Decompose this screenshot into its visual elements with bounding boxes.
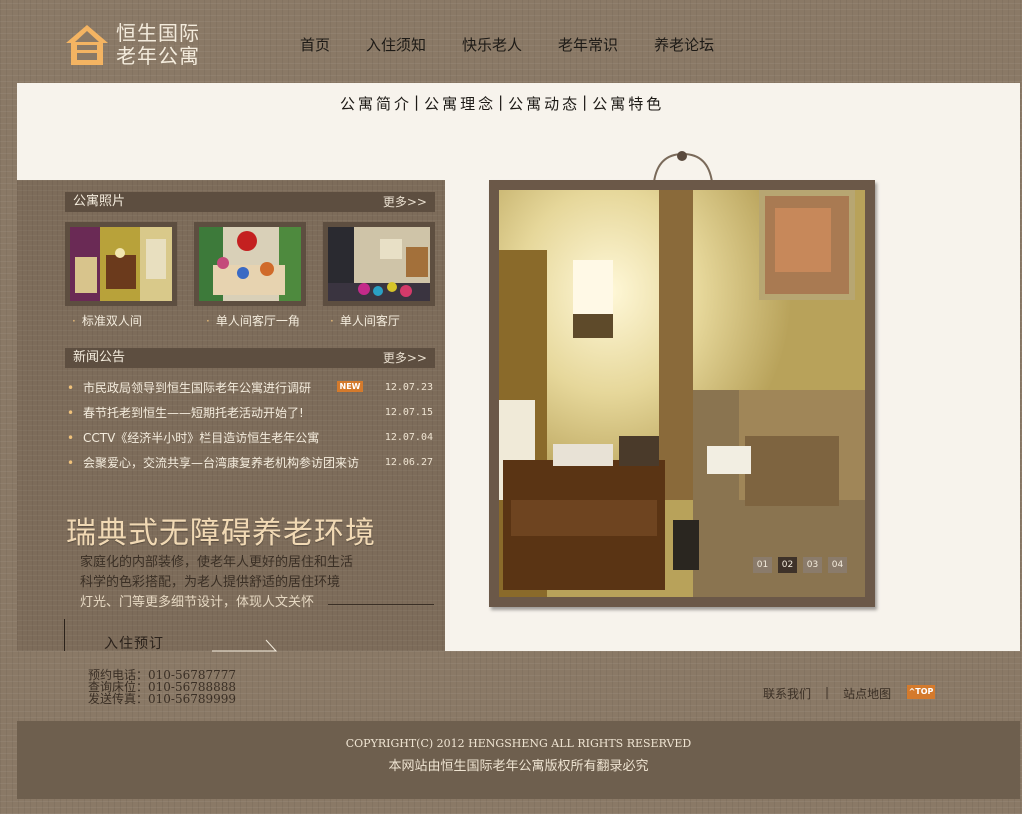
double-room-image	[70, 227, 172, 301]
news-title: 新闻公告	[73, 350, 126, 365]
new-badge: NEW	[337, 381, 363, 392]
news-more-link[interactable]: 更多>>	[383, 348, 427, 368]
slide-image: 01 02 03 04	[499, 190, 865, 597]
house-logo-icon	[66, 25, 108, 65]
page: 恒生国际 老年公寓 首页 入住须知 快乐老人 老年常识 养老论坛 公寓简介 | …	[0, 0, 1022, 814]
single-living-room-image	[328, 227, 430, 301]
logo[interactable]: 恒生国际 老年公寓	[64, 22, 214, 70]
caption-single-living-room[interactable]: 单人间客厅	[330, 312, 400, 329]
caption-single-living-corner[interactable]: 单人间客厅一角	[206, 312, 300, 329]
arrow-right-icon[interactable]	[212, 637, 278, 653]
nav-forum[interactable]: 养老论坛	[654, 34, 714, 55]
news-item-title[interactable]: 市民政局领导到恒生国际老年公寓进行调研	[83, 378, 311, 398]
room-photo	[499, 190, 865, 597]
copyright-text: COPYRIGHT(C) 2012 HENGSHENG ALL RIGHTS R…	[345, 737, 692, 750]
contact-info: 预约电话：010-56787777 查询床位：010-56788888 发送传真…	[88, 669, 236, 705]
header: 恒生国际 老年公寓 首页 入住须知 快乐老人 老年常识 养老论坛	[0, 0, 1022, 83]
slide-dot-1[interactable]: 01	[753, 557, 772, 573]
promo-line-3: 灯光、门等更多细节设计，体现人文关怀	[80, 595, 315, 610]
hanger-icon	[653, 151, 713, 183]
footer-separator: |	[825, 685, 830, 699]
photo-single-living-room[interactable]	[323, 222, 435, 306]
news-item-title[interactable]: CCTV《经济半小时》栏目造访恒生老年公寓	[83, 428, 319, 448]
subnav-separator: |	[414, 93, 423, 111]
promo-description: 家庭化的内部装修，使老年人更好的居住和生活 科学的色彩搭配，为老人提供舒适的居住…	[80, 553, 353, 613]
subnav-philosophy[interactable]: 公寓理念	[424, 93, 496, 114]
news-item-date: 12.07.04	[384, 432, 433, 443]
contact-us-link[interactable]: 联系我们	[763, 685, 811, 702]
promo-line-1: 家庭化的内部装修，使老年人更好的居住和生活	[80, 555, 354, 570]
logo-line1: 恒生国际	[116, 21, 200, 45]
news-list: • 市民政局领导到恒生国际老年公寓进行调研 NEW 12.07.23 • 春节托…	[65, 378, 435, 478]
news-item-title[interactable]: 会聚爱心，交流共享—台湾康复养老机构参访团来访	[83, 453, 359, 473]
booking-link[interactable]: 入住预订	[104, 633, 164, 653]
news-bullet: •	[67, 406, 75, 420]
slide-dot-4[interactable]: 04	[828, 557, 847, 573]
promo-divider	[328, 604, 434, 605]
caption-double-room[interactable]: 标准双人间	[72, 312, 142, 329]
news-item[interactable]: • CCTV《经济半小时》栏目造访恒生老年公寓 12.07.04	[65, 428, 435, 453]
slide-dot-2[interactable]: 02	[778, 557, 797, 573]
single-living-corner-image	[199, 227, 301, 301]
news-item[interactable]: • 市民政局领导到恒生国际老年公寓进行调研 NEW 12.07.23	[65, 378, 435, 403]
slide-pagination: 01 02 03 04	[747, 557, 847, 573]
news-header: 新闻公告 更多>>	[65, 348, 435, 368]
sitemap-link[interactable]: 站点地图	[843, 685, 891, 702]
subnav-news[interactable]: 公寓动态	[508, 93, 580, 114]
nav-home[interactable]: 首页	[300, 34, 330, 55]
nav-senior-knowledge[interactable]: 老年常识	[558, 34, 618, 55]
promo-title: 瑞典式无障碍养老环境	[66, 516, 376, 551]
sub-nav: 公寓简介 | 公寓理念 | 公寓动态 | 公寓特色	[340, 93, 664, 114]
news-bullet: •	[67, 381, 75, 395]
photos-header: 公寓照片 更多>>	[65, 192, 435, 212]
promo-line-2: 科学的色彩搭配，为老人提供舒适的居住环境	[80, 575, 341, 590]
logo-line2: 老年公寓	[116, 44, 200, 68]
copyright-cn-text: 本网站由恒生国际老年公寓版权所有翻录必究	[388, 759, 649, 774]
booking-divider	[64, 619, 65, 651]
news-bullet: •	[67, 431, 75, 445]
photo-gallery	[65, 222, 445, 312]
news-item-title[interactable]: 春节托老到恒生——短期托老活动开始了!	[83, 403, 304, 423]
subnav-intro[interactable]: 公寓简介	[340, 93, 412, 114]
news-item-date: 12.07.15	[384, 407, 433, 418]
news-item[interactable]: • 春节托老到恒生——短期托老活动开始了! 12.07.15	[65, 403, 435, 428]
news-item-date: 12.06.27	[384, 457, 433, 468]
photos-title: 公寓照片	[73, 194, 126, 209]
nav-happy-seniors[interactable]: 快乐老人	[462, 34, 522, 55]
news-item[interactable]: • 会聚爱心，交流共享—台湾康复养老机构参访团来访 12.06.27	[65, 453, 435, 478]
footer: COPYRIGHT(C) 2012 HENGSHENG ALL RIGHTS R…	[17, 721, 1020, 799]
contact-fax: 发送传真：010-56789999	[88, 692, 237, 706]
back-to-top-button[interactable]: ^TOP	[907, 685, 935, 699]
subnav-separator: |	[582, 93, 591, 111]
subnav-separator: |	[498, 93, 507, 111]
news-bullet: •	[67, 456, 75, 470]
slideshow[interactable]: 01 02 03 04	[489, 180, 875, 607]
nav-admission[interactable]: 入住须知	[366, 34, 426, 55]
photos-more-link[interactable]: 更多>>	[383, 192, 427, 212]
news-item-date: 12.07.23	[384, 382, 433, 393]
main-nav: 首页 入住须知 快乐老人 老年常识 养老论坛	[300, 34, 750, 55]
photo-double-room[interactable]	[65, 222, 177, 306]
slide-dot-3[interactable]: 03	[803, 557, 822, 573]
logo-text: 恒生国际 老年公寓	[116, 22, 200, 68]
footer-links: 联系我们 | 站点地图	[763, 685, 891, 702]
subnav-features[interactable]: 公寓特色	[592, 93, 664, 114]
photo-single-living-corner[interactable]	[194, 222, 306, 306]
